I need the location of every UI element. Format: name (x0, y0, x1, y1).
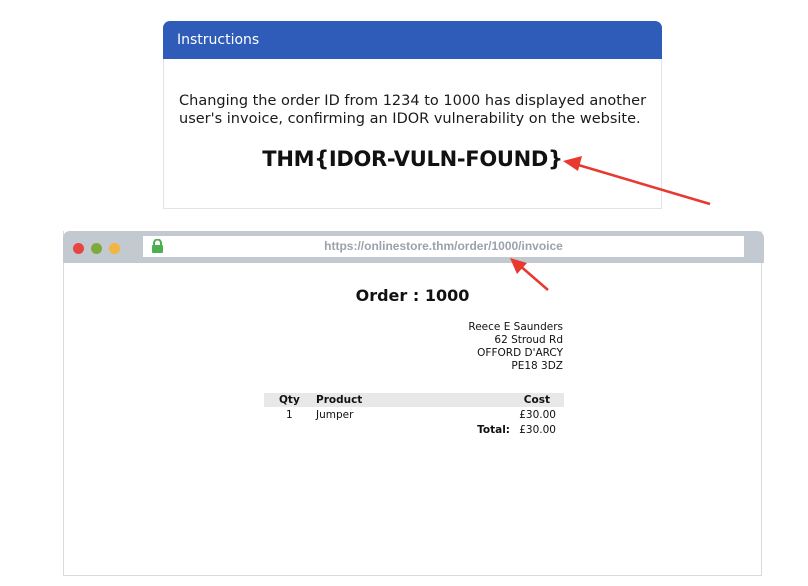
url-text: https://onlinestore.thm/order/1000/invoi… (324, 239, 563, 253)
order-title: Order : 1000 (355, 286, 470, 305)
close-dot[interactable] (73, 243, 84, 254)
address-name: Reece E Saunders (468, 321, 563, 333)
instructions-title: Instructions (163, 21, 662, 59)
address-street: 62 Stroud Rd (494, 334, 563, 346)
total-label: Total: (477, 424, 510, 436)
shipping-address: Reece E Saunders 62 Stroud Rd OFFORD D'A… (404, 321, 563, 373)
total-value: £30.00 (519, 424, 556, 436)
browser-toolbar: https://onlinestore.thm/order/1000/invoi… (63, 231, 764, 263)
maximize-dot[interactable] (109, 243, 120, 254)
browser-window: https://onlinestore.thm/order/1000/invoi… (63, 231, 764, 576)
total-row: Total: £30.00 (264, 422, 564, 437)
instructions-text: Changing the order ID from 1234 to 1000 … (179, 93, 647, 127)
address-bar[interactable]: https://onlinestore.thm/order/1000/invoi… (143, 236, 744, 257)
address-postcode: PE18 3DZ (511, 360, 563, 372)
header-qty: Qty (279, 394, 300, 406)
row-cost: £30.00 (519, 409, 556, 421)
row-qty: 1 (286, 409, 293, 421)
flag-text: THM{IDOR-VULN-FOUND} (262, 147, 563, 171)
invoice-table: Qty Product Cost 1 Jumper £30.00 Total: … (264, 393, 564, 437)
table-header: Qty Product Cost (264, 393, 564, 407)
row-product: Jumper (316, 409, 354, 421)
instructions-panel: Instructions Changing the order ID from … (163, 21, 662, 209)
header-cost: Cost (523, 394, 550, 406)
minimize-dot[interactable] (91, 243, 102, 254)
address-town: OFFORD D'ARCY (477, 347, 563, 359)
header-product: Product (316, 394, 363, 406)
table-row: 1 Jumper £30.00 (264, 407, 564, 422)
